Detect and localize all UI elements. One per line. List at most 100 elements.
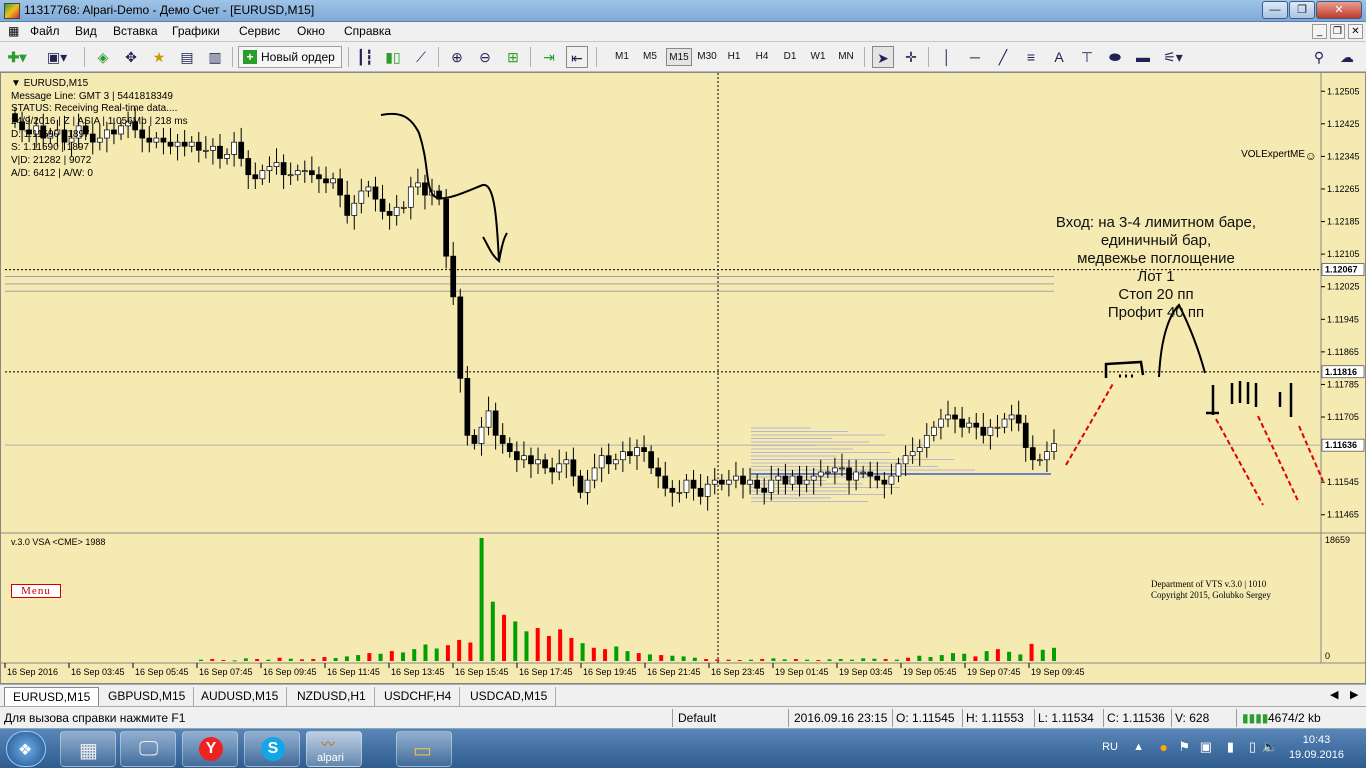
- trendline-icon[interactable]: ╱: [992, 46, 1014, 68]
- chart-window[interactable]: 1.12505 1.12425 1.12345 1.12265 1.12185 1.121…: [0, 72, 1366, 684]
- cursor-icon[interactable]: ➤: [872, 46, 894, 68]
- timeframe-m15[interactable]: M15: [666, 48, 692, 66]
- tab-usdcad-m15[interactable]: USDCAD,M15: [462, 687, 557, 706]
- start-button[interactable]: ❖: [6, 731, 46, 767]
- tray-flag-icon[interactable]: ⚑: [1178, 739, 1190, 755]
- search-icon[interactable]: ⚲: [1308, 46, 1330, 68]
- chart-shift-icon[interactable]: ⇤: [566, 46, 588, 68]
- candle-body: [521, 455, 527, 461]
- candle-body: [945, 414, 951, 420]
- timeframe-m1[interactable]: M1: [610, 48, 634, 66]
- taskbar-yandex[interactable]: Y: [182, 731, 238, 767]
- text-icon[interactable]: A: [1048, 46, 1070, 68]
- price-tick-label: 1.12345: [1327, 151, 1360, 161]
- candle-body: [153, 137, 160, 143]
- zoom-in-icon[interactable]: ⊕: [446, 46, 468, 68]
- horizontal-line-icon[interactable]: ─: [964, 46, 986, 68]
- volume-bar: [535, 628, 540, 661]
- volume-bar: [243, 658, 248, 661]
- tab-eurusd-m15[interactable]: EURUSD,M15: [4, 687, 100, 706]
- timeframe-mn[interactable]: MN: [834, 48, 858, 66]
- profiles-icon[interactable]: ▣▾: [46, 46, 68, 68]
- time-tick-label: 16 Sep 13:45: [391, 667, 445, 677]
- shapes-icon[interactable]: ⚟▾: [1162, 46, 1184, 68]
- vts-menu-button[interactable]: Menu: [11, 584, 61, 598]
- timeframe-h4[interactable]: H4: [750, 48, 774, 66]
- tab-scroll-right-icon[interactable]: ▶: [1350, 688, 1358, 701]
- community-icon[interactable]: ☁: [1336, 46, 1358, 68]
- tray-app-icon[interactable]: ●: [1160, 739, 1168, 755]
- info-line-status: STATUS: Receiving Real-time data....: [11, 103, 178, 114]
- mdi-close-button[interactable]: ✕: [1348, 24, 1363, 39]
- auto-scroll-icon[interactable]: ⇥: [538, 46, 560, 68]
- mdi-restore-button[interactable]: ❐: [1330, 24, 1345, 39]
- taskbar-explorer[interactable]: ▭: [396, 731, 452, 767]
- candle-body: [605, 455, 612, 465]
- minimize-button[interactable]: —: [1262, 1, 1288, 19]
- maximize-button[interactable]: ❐: [1289, 1, 1315, 19]
- candle-body: [683, 479, 690, 493]
- new-order-button[interactable]: + Новый ордер: [238, 46, 342, 68]
- timeframe-w1[interactable]: W1: [806, 48, 830, 66]
- timeframe-d1[interactable]: D1: [778, 48, 802, 66]
- status-profile: Default: [678, 711, 717, 725]
- zoom-out-icon[interactable]: ⊖: [474, 46, 496, 68]
- menu-charts[interactable]: Графики: [172, 24, 220, 38]
- chart-window-icon[interactable]: ▦: [8, 24, 19, 38]
- tile-windows-icon[interactable]: ⊞: [502, 46, 524, 68]
- menu-window[interactable]: Окно: [297, 24, 325, 38]
- new-chart-icon[interactable]: ✚▾: [6, 46, 28, 68]
- taskbar-calculator[interactable]: ▦: [60, 731, 116, 767]
- candle-body: [89, 133, 96, 143]
- ellipse-icon[interactable]: ⬬: [1104, 46, 1126, 68]
- label-icon[interactable]: ⊤: [1076, 46, 1098, 68]
- tab-usdchf-h4[interactable]: USDCHF,H4: [376, 687, 461, 706]
- menu-tools[interactable]: Сервис: [239, 24, 280, 38]
- timeframe-m5[interactable]: M5: [638, 48, 662, 66]
- candle-body: [1001, 418, 1008, 428]
- language-indicator[interactable]: RU: [1102, 741, 1118, 753]
- tab-scroll-left-icon[interactable]: ◀: [1330, 688, 1338, 701]
- taskbar-computer[interactable]: 🖵: [120, 731, 176, 767]
- tray-expand-icon[interactable]: ▲: [1133, 741, 1144, 753]
- volume-bar: [546, 635, 551, 661]
- terminal-icon[interactable]: ▤: [176, 46, 198, 68]
- mdi-minimize-button[interactable]: _: [1312, 24, 1327, 39]
- tester-icon[interactable]: ▥: [204, 46, 226, 68]
- market-watch-icon[interactable]: ◈: [92, 46, 114, 68]
- menu-help[interactable]: Справка: [344, 24, 391, 38]
- tab-nzdusd-h1[interactable]: NZDUSD,H1: [289, 687, 375, 706]
- vertical-line-icon[interactable]: │: [936, 46, 958, 68]
- taskbar-skype[interactable]: S: [244, 731, 300, 767]
- line-chart-icon[interactable]: ⟋: [410, 46, 432, 68]
- price-mark-label: 1.11816: [1325, 367, 1357, 377]
- close-button[interactable]: ✕: [1316, 1, 1362, 19]
- taskbar-alpari[interactable]: 〰 alpari: [306, 731, 362, 767]
- tray-power-icon[interactable]: ▯: [1249, 739, 1256, 755]
- bar-chart-icon[interactable]: ┃┇: [354, 46, 376, 68]
- candle-body: [422, 182, 428, 196]
- volume-bar: [760, 659, 765, 661]
- tray-network-icon[interactable]: ▣: [1200, 739, 1212, 755]
- candle-body: [104, 129, 110, 139]
- clock[interactable]: 10:43 19.09.2016: [1289, 733, 1344, 763]
- crosshair-icon[interactable]: ✛: [900, 46, 922, 68]
- tray-signal-icon[interactable]: ▮: [1227, 739, 1234, 755]
- status-datetime: 2016.09.16 23:15: [794, 711, 888, 725]
- rectangle-icon[interactable]: ▬: [1132, 46, 1154, 68]
- menu-insert[interactable]: Вставка: [113, 24, 158, 38]
- channel-icon[interactable]: ≡: [1020, 46, 1042, 68]
- candle-body: [704, 483, 711, 497]
- timeframe-h1[interactable]: H1: [722, 48, 746, 66]
- favorites-icon[interactable]: ★: [148, 46, 170, 68]
- candlestick-icon[interactable]: ▮▯: [382, 46, 404, 68]
- chart-tabs: EURUSD,M15 GBPUSD,M15 AUDUSD,M15 NZDUSD,…: [0, 684, 1366, 706]
- timeframe-m30[interactable]: M30: [694, 48, 720, 66]
- tab-gbpusd-m15[interactable]: GBPUSD,M15: [100, 687, 195, 706]
- menu-file[interactable]: Файл: [30, 24, 60, 38]
- tray-volume-icon[interactable]: 🔈: [1262, 739, 1278, 755]
- candle-body: [499, 434, 506, 444]
- navigator-icon[interactable]: ✥: [120, 46, 142, 68]
- menu-view[interactable]: Вид: [75, 24, 97, 38]
- tab-audusd-m15[interactable]: AUDUSD,M15: [193, 687, 288, 706]
